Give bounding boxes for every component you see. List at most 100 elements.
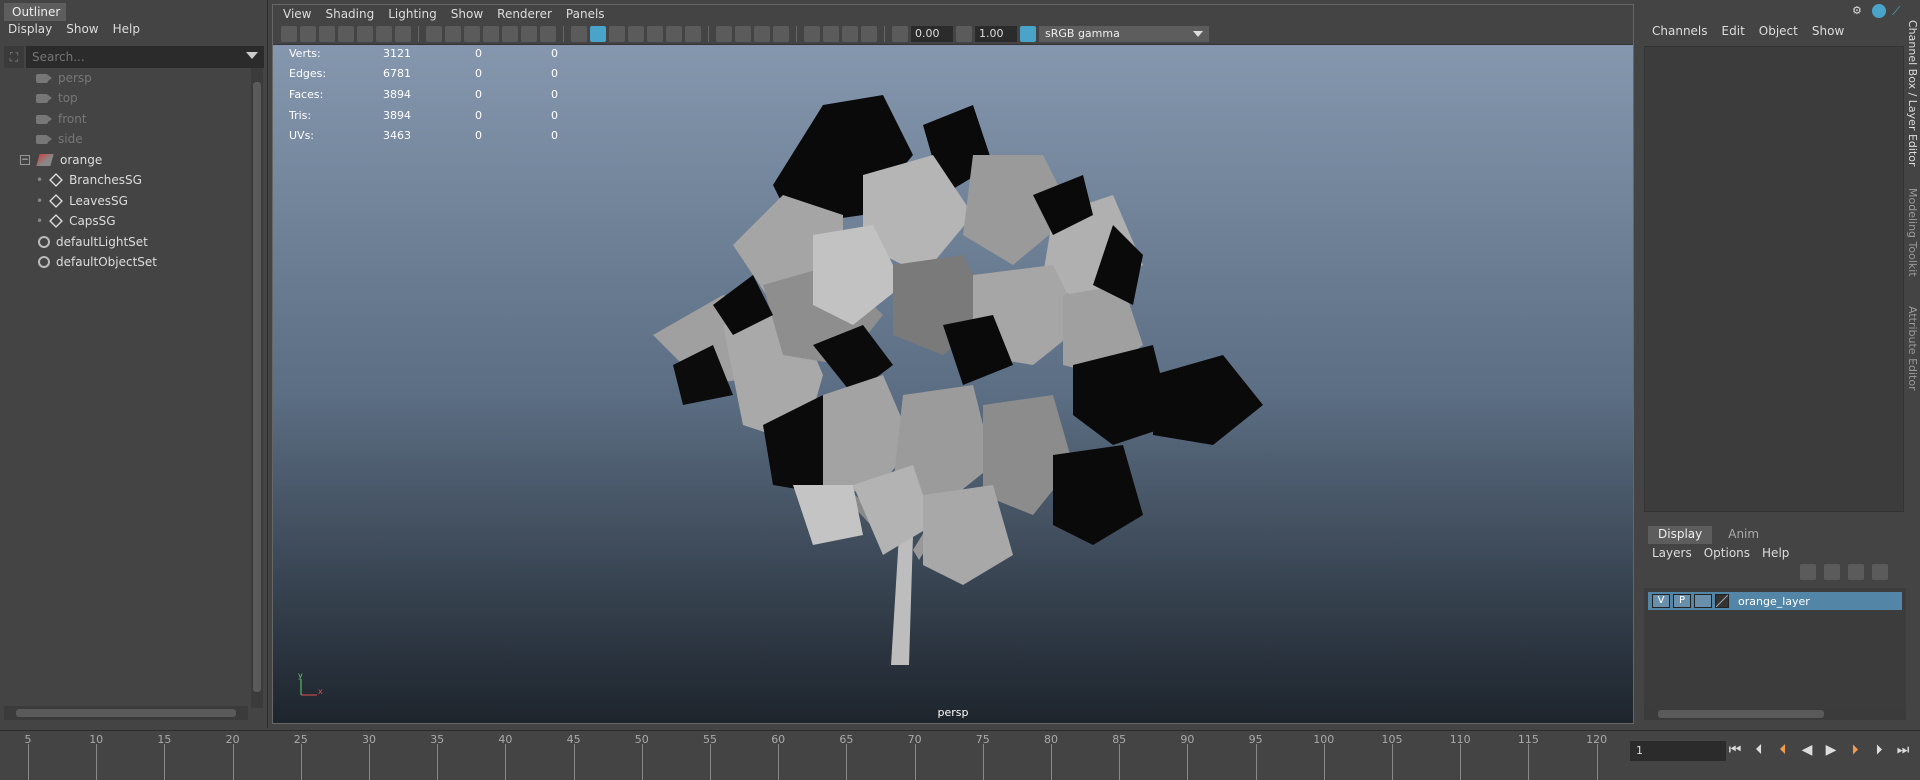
gate-mask-icon[interactable] [483,25,499,42]
default-material-icon[interactable] [609,25,625,42]
move-layer-down-icon[interactable] [1824,564,1840,580]
outliner-item-front[interactable]: front [36,109,87,129]
tree-model[interactable] [613,65,1313,675]
image-plane-icon[interactable] [338,25,354,42]
cb-menu-object[interactable]: Object [1759,24,1798,44]
move-layer-up-icon[interactable] [1800,564,1816,580]
layer-menu-help[interactable]: Help [1762,546,1789,560]
outliner-tab[interactable]: Outliner [4,3,66,21]
step-back-frame-icon[interactable]: ⏴ [1750,741,1768,759]
go-to-start-icon[interactable]: ⏮ [1726,741,1744,759]
viewport-menu-view[interactable]: View [283,7,311,21]
scrollbar-thumb[interactable] [1658,710,1824,718]
outliner-item-orange[interactable]: − orange [20,150,102,170]
side-tab-modeling-toolkit[interactable]: Modeling Toolkit [1906,188,1919,277]
outliner-vertical-scrollbar[interactable] [251,68,263,708]
current-frame-field[interactable]: 1 [1630,741,1726,761]
tool-settings-icon[interactable]: ⟋ [1892,4,1906,18]
cb-menu-edit[interactable]: Edit [1722,24,1745,44]
gamma-icon[interactable] [956,25,972,42]
outliner-item-branchessg[interactable]: • BranchesSG [36,170,142,190]
step-forward-frame-icon[interactable]: ⏵ [1870,741,1888,759]
new-layer-icon[interactable] [1848,564,1864,580]
ambient-occlusion-icon[interactable] [716,25,732,42]
layer-visibility-toggle[interactable]: V [1652,594,1670,608]
layer-menu-options[interactable]: Options [1704,546,1750,560]
layer-row[interactable]: V P orange_layer [1648,592,1902,610]
camera-attributes-icon[interactable] [300,25,316,42]
outliner-menu-show[interactable]: Show [66,22,98,40]
bookmark-icon[interactable] [319,25,335,42]
use-lights-icon[interactable] [666,25,682,42]
pan-zoom-icon[interactable] [376,25,392,42]
go-to-end-icon[interactable]: ⏭ [1894,741,1912,759]
safe-title-icon[interactable] [540,25,556,42]
safe-action-icon[interactable] [521,25,537,42]
wireframe-icon[interactable] [571,25,587,42]
step-back-key-icon[interactable]: ⏴ [1774,741,1792,759]
outliner-menu-help[interactable]: Help [113,22,140,40]
time-slider[interactable]: 5 10 15 20 25 30 35 40 45 50 55 60 65 70 75 80 85 90 95 100… [0,730,1920,780]
side-tab-channel-box[interactable]: Channel Box / Layer Editor [1906,20,1919,167]
cb-menu-channels[interactable]: Channels [1652,24,1708,44]
layer-horizontal-scrollbar[interactable] [1644,708,1906,720]
tab-display[interactable]: Display [1648,526,1713,544]
textured-icon[interactable] [647,25,663,42]
view-transform-dropdown[interactable]: sRGB gamma [1039,25,1209,42]
film-gate-icon[interactable] [445,25,461,42]
gamma-field[interactable]: 1.00 [975,25,1017,42]
motion-blur-icon[interactable] [735,25,751,42]
play-forwards-icon[interactable]: ▶ [1822,741,1840,759]
grid-icon[interactable] [426,25,442,42]
outliner-item-side[interactable]: side [36,129,83,149]
smooth-shade-icon[interactable] [590,25,606,42]
viewport-menu-panels[interactable]: Panels [566,7,605,21]
outliner-item-top[interactable]: top [36,88,78,108]
resolution-gate-icon[interactable] [464,25,480,42]
tab-anim[interactable]: Anim [1718,526,1769,544]
channel-box-area[interactable] [1644,46,1904,512]
color-management-icon[interactable] [1020,25,1036,42]
viewport-menu-renderer[interactable]: Renderer [497,7,552,21]
xray-joints-icon[interactable] [842,25,858,42]
grease-pencil-icon[interactable] [357,25,373,42]
layer-menu-layers[interactable]: Layers [1652,546,1692,560]
outliner-item-persp[interactable]: persp [36,68,92,88]
exposure-field[interactable]: 0.00 [911,25,953,42]
play-backwards-icon[interactable]: ◀ [1798,741,1816,759]
viewport-menu-show[interactable]: Show [451,7,483,21]
sync-icon[interactable] [1872,4,1886,18]
filter-icon[interactable]: ⛶ [4,46,24,68]
layer-display-type-toggle[interactable] [1694,594,1712,608]
outliner-item-defaultobjectset[interactable]: defaultObjectSet [38,252,157,272]
outliner-item-defaultlightset[interactable]: defaultLightSet [38,232,148,252]
new-layer-selected-icon[interactable] [1872,564,1888,580]
viewport-panel[interactable]: View Shading Lighting Show Renderer Pane… [272,4,1634,724]
collapse-icon[interactable]: − [20,155,30,165]
outliner-menu-display[interactable]: Display [8,22,52,40]
select-camera-icon[interactable] [281,25,297,42]
xray-icon[interactable] [823,25,839,42]
cb-menu-show[interactable]: Show [1812,24,1844,44]
isolate-select-icon[interactable] [804,25,820,42]
search-dropdown-icon[interactable] [246,52,258,59]
wireframe-on-shaded-icon[interactable] [628,25,644,42]
shadows-icon[interactable] [685,25,701,42]
viewport-menu-lighting[interactable]: Lighting [388,7,437,21]
two-d-pan-icon[interactable] [395,25,411,42]
exposure-icon[interactable] [892,25,908,42]
side-tab-attribute-editor[interactable]: Attribute Editor [1906,306,1919,391]
search-input[interactable] [26,46,264,68]
scrollbar-thumb[interactable] [253,82,261,692]
depth-of-field-icon[interactable] [773,25,789,42]
anti-aliasing-icon[interactable] [754,25,770,42]
scrollbar-thumb[interactable] [16,709,236,717]
step-forward-key-icon[interactable]: ⏵ [1846,741,1864,759]
attribute-icon[interactable]: ⚙ [1852,4,1866,18]
layer-playback-toggle[interactable]: P [1673,594,1691,608]
time-ruler[interactable]: 5 10 15 20 25 30 35 40 45 50 55 60 65 70 75 80 85 90 95 100… [20,731,1622,780]
xray-active-icon[interactable] [861,25,877,42]
field-chart-icon[interactable] [502,25,518,42]
viewport-menu-shading[interactable]: Shading [325,7,374,21]
layer-color-swatch[interactable] [1715,594,1729,608]
